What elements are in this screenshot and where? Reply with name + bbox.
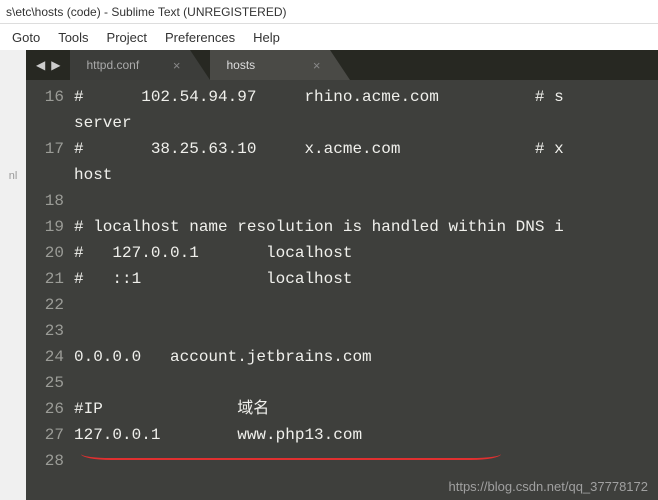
window-title: s\etc\hosts (code) - Sublime Text (UNREG… [6, 5, 287, 19]
code-text: #IP 域名 [74, 396, 269, 422]
tab-slope [330, 50, 350, 80]
code-line: 18 [26, 188, 658, 214]
menu-tools[interactable]: Tools [50, 28, 96, 47]
line-number: 20 [26, 240, 74, 266]
menu-project[interactable]: Project [99, 28, 155, 47]
code-line: 240.0.0.0 account.jetbrains.com [26, 344, 658, 370]
line-number: 26 [26, 396, 74, 422]
code-text: 0.0.0.0 account.jetbrains.com [74, 344, 372, 370]
line-number: 16 [26, 84, 74, 110]
code-line: 23 [26, 318, 658, 344]
code-text: # localhost name resolution is handled w… [74, 214, 564, 240]
left-panel: nl [0, 50, 26, 500]
code-line: host [26, 162, 658, 188]
code-text: # ::1 localhost [74, 266, 352, 292]
close-icon[interactable]: × [313, 58, 321, 73]
tab-httpd-conf[interactable]: httpd.conf × [70, 50, 190, 80]
line-number: 23 [26, 318, 74, 344]
nav-arrows: ◀ ▶ [26, 58, 70, 72]
line-number: 19 [26, 214, 74, 240]
code-line: 26#IP 域名 [26, 396, 658, 422]
code-line: 28 [26, 448, 658, 474]
line-number: 18 [26, 188, 74, 214]
line-number: 27 [26, 422, 74, 448]
line-number: 28 [26, 448, 74, 474]
code-line: 19# localhost name resolution is handled… [26, 214, 658, 240]
code-area[interactable]: 16# 102.54.94.97 rhino.acme.com # s serv… [26, 80, 658, 500]
code-line: 17# 38.25.63.10 x.acme.com # x [26, 136, 658, 162]
tab-slope [190, 50, 210, 80]
code-line: 20# 127.0.0.1 localhost [26, 240, 658, 266]
window-titlebar: s\etc\hosts (code) - Sublime Text (UNREG… [0, 0, 658, 24]
nav-back-icon[interactable]: ◀ [36, 58, 45, 72]
code-text: server [74, 110, 132, 136]
close-icon[interactable]: × [173, 58, 181, 73]
tab-row: ◀ ▶ httpd.conf × hosts × [26, 50, 658, 80]
code-text: # 38.25.63.10 x.acme.com # x [74, 136, 564, 162]
line-number: 24 [26, 344, 74, 370]
code-line: 27127.0.0.1 www.php13.com [26, 422, 658, 448]
line-number: 25 [26, 370, 74, 396]
code-line: 22 [26, 292, 658, 318]
annotation-underline [81, 454, 501, 460]
tab-hosts[interactable]: hosts × [210, 50, 330, 80]
code-text: # 127.0.0.1 localhost [74, 240, 352, 266]
line-number: 21 [26, 266, 74, 292]
editor-area: ◀ ▶ httpd.conf × hosts × 16# 102.54.94.9… [26, 50, 658, 500]
menubar: Goto Tools Project Preferences Help [0, 24, 658, 50]
code-text: # 102.54.94.97 rhino.acme.com # s [74, 84, 564, 110]
left-panel-label: nl [9, 170, 18, 182]
tab-label: hosts [226, 58, 255, 72]
line-number: 22 [26, 292, 74, 318]
menu-preferences[interactable]: Preferences [157, 28, 243, 47]
code-line: 16# 102.54.94.97 rhino.acme.com # s [26, 84, 658, 110]
nav-forward-icon[interactable]: ▶ [51, 58, 60, 72]
code-line: 25 [26, 370, 658, 396]
code-line: 21# ::1 localhost [26, 266, 658, 292]
watermark: https://blog.csdn.net/qq_37778172 [449, 479, 649, 494]
line-number: 17 [26, 136, 74, 162]
menu-goto[interactable]: Goto [4, 28, 48, 47]
tab-label: httpd.conf [86, 58, 139, 72]
code-text: 127.0.0.1 www.php13.com [74, 422, 362, 448]
code-text: host [74, 162, 112, 188]
menu-help[interactable]: Help [245, 28, 288, 47]
code-line: server [26, 110, 658, 136]
